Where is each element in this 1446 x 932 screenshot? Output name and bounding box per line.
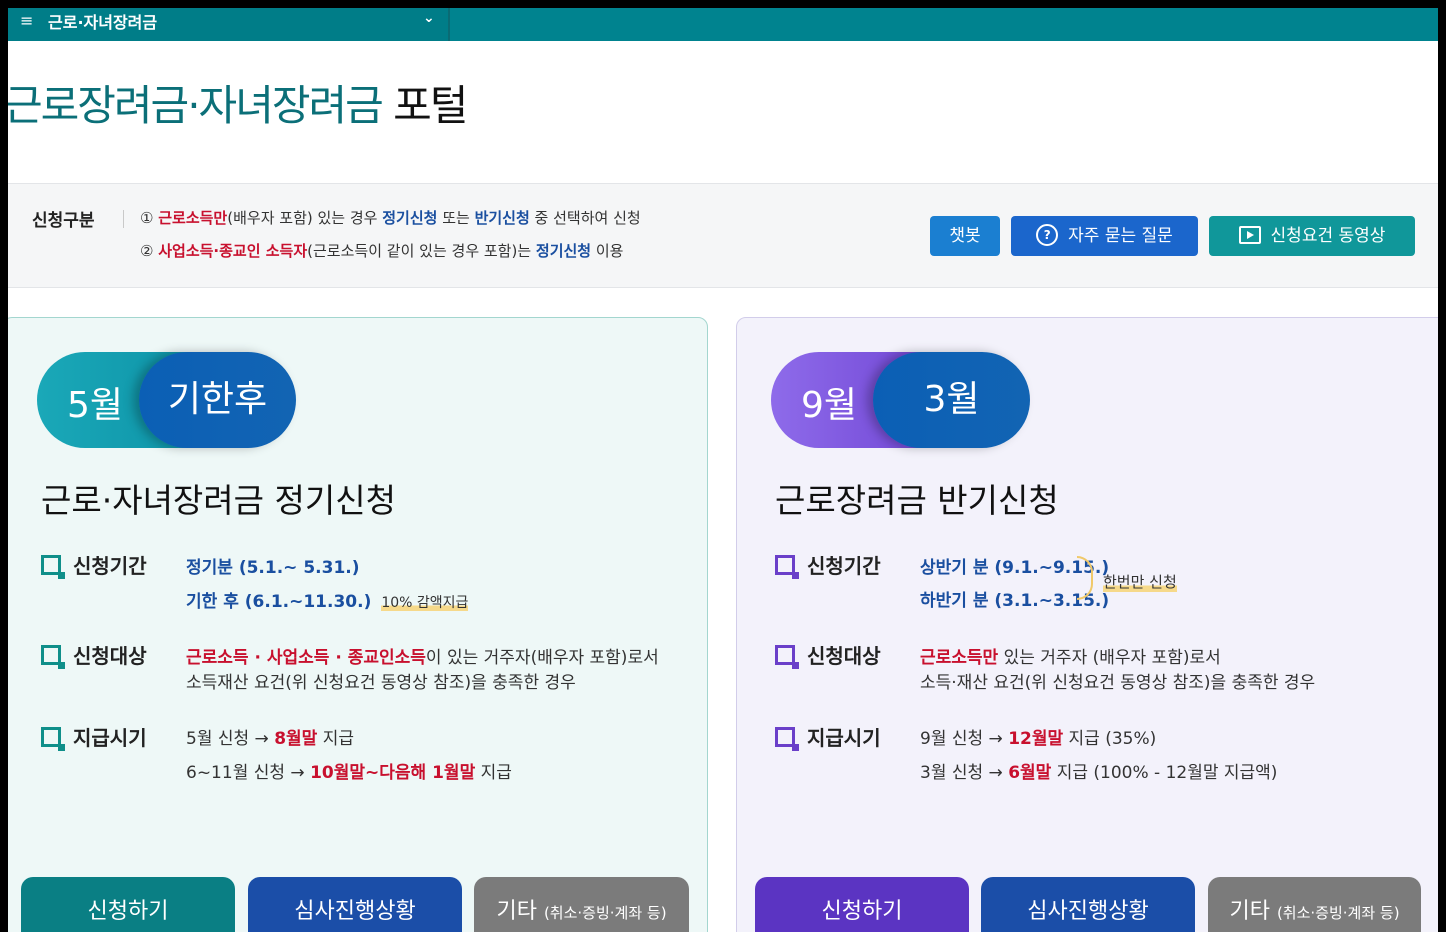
info-label: 신청구분 xyxy=(32,211,95,231)
application-type-info: 신청구분 ① 근로소득만(배우자 포함) 있는 경우 정기신청 또는 반기신청 … xyxy=(8,183,1438,288)
payment-value-1: 5월 신청 → 8월말 지급 xyxy=(186,729,354,749)
reduction-note: 10% 감액지급 xyxy=(381,595,469,611)
info-highlight-blue: 반기신청 xyxy=(474,209,530,227)
page-title-accent: 근로장려금·자녀장려금 xyxy=(8,81,384,130)
faq-button[interactable]: ? 자주 묻는 질문 xyxy=(1011,216,1198,256)
info-line-2: ② 사업소득·종교인 소득자(근로소득이 같이 있는 경우 포함)는 정기신청 … xyxy=(140,240,623,261)
card-title: 근로·자녀장려금 정기신청 xyxy=(41,481,396,520)
target-value-2: 소득재산 요건(위 신청요건 동영상 참조)을 충족한 경우 xyxy=(186,673,576,693)
info-text: 이용 xyxy=(591,242,624,260)
checkbox-square-icon xyxy=(775,555,799,579)
play-icon xyxy=(1238,225,1261,244)
pill-month-b: 기한후 xyxy=(139,352,296,448)
target-heading: 신청대상 xyxy=(41,640,147,669)
payment-value-2: 6~11월 신청 → 10월말~다음해 1월말 지급 xyxy=(186,763,512,783)
checkbox-square-icon xyxy=(41,645,65,669)
chevron-down-icon[interactable]: ⌄ xyxy=(423,10,435,26)
payment-value-1: 9월 신청 → 12월말 지급 (35%) xyxy=(920,729,1157,749)
video-button[interactable]: 신청요건 동영상 xyxy=(1209,216,1415,256)
target-value-1: 근로소득만 있는 거주자 (배우자 포함)로서 xyxy=(920,648,1221,668)
info-highlight-blue: 정기신청 xyxy=(382,209,438,227)
faq-button-label: 자주 묻는 질문 xyxy=(1068,226,1173,246)
month-pill: 5월 기한후 xyxy=(37,352,296,448)
info-text: (근로소득이 같이 있는 경우 포함)는 xyxy=(307,242,536,260)
period-heading: 신청기간 xyxy=(775,550,881,579)
page-title: 근로장려금·자녀장려금 포털 xyxy=(8,72,468,133)
apply-button[interactable]: 신청하기 xyxy=(21,877,235,932)
review-status-button[interactable]: 심사진행상황 xyxy=(248,877,462,932)
checkbox-square-icon xyxy=(41,555,65,579)
info-highlight-blue: 정기신청 xyxy=(535,242,592,260)
info-number: ② xyxy=(140,242,154,260)
other-button[interactable]: 기타 (취소·증빙·계좌 등) xyxy=(1208,877,1421,932)
payment-heading: 지급시기 xyxy=(775,722,881,751)
chatbot-button-label: 챗봇 xyxy=(949,226,981,246)
info-highlight-red: 근로소득만 xyxy=(158,209,228,227)
info-highlight-red: 사업소득·종교인 소득자 xyxy=(158,242,308,260)
card-title: 근로장려금 반기신청 xyxy=(775,481,1059,520)
period-heading: 신청기간 xyxy=(41,550,147,579)
chatbot-button[interactable]: 챗봇 xyxy=(930,216,1000,256)
once-only-note: 한번만 신청 xyxy=(1103,571,1177,592)
apply-button[interactable]: 신청하기 xyxy=(755,877,969,932)
info-text: 중 선택하여 신청 xyxy=(529,209,641,227)
menu-dropdown[interactable]: ≡ 근로·자녀장려금 ⌄ xyxy=(8,8,450,41)
question-circle-icon: ? xyxy=(1036,223,1059,246)
target-heading: 신청대상 xyxy=(775,640,881,669)
target-value-2: 소득·재산 요건(위 신청요건 동영상 참조)을 충족한 경우 xyxy=(920,673,1316,693)
payment-heading: 지급시기 xyxy=(41,722,147,751)
payment-value-2: 3월 신청 → 6월말 지급 (100% - 12월말 지급액) xyxy=(920,763,1278,783)
pill-month-b: 3월 xyxy=(873,352,1030,448)
half-year-application-card: 9월 3월 근로장려금 반기신청 신청기간 상반기 분 (9.1.~9.15.)… xyxy=(736,317,1438,932)
menu-label[interactable]: 근로·자녀장려금 xyxy=(48,9,157,33)
regular-application-card: 5월 기한후 근로·자녀장려금 정기신청 신청기간 정기분 (5.1.~ 5.3… xyxy=(8,317,708,932)
month-pill: 9월 3월 xyxy=(771,352,1030,448)
info-number: ① xyxy=(140,209,154,227)
info-text: 또는 xyxy=(437,209,475,227)
divider xyxy=(123,210,124,228)
video-button-label: 신청요건 동영상 xyxy=(1270,226,1386,246)
target-value-1: 근로소득 · 사업소득 · 종교인소득이 있는 거주자(배우자 포함)로서 xyxy=(186,648,659,668)
other-button[interactable]: 기타 (취소·증빙·계좌 등) xyxy=(474,877,689,932)
info-text: (배우자 포함) 있는 경우 xyxy=(227,209,383,227)
period-value-1: 정기분 (5.1.~ 5.31.) xyxy=(186,558,360,578)
review-status-button[interactable]: 심사진행상황 xyxy=(981,877,1195,932)
top-nav-bar: ≡ 근로·자녀장려금 ⌄ xyxy=(8,8,1438,41)
checkbox-square-icon xyxy=(41,727,65,751)
page-title-rest: 포털 xyxy=(381,81,468,130)
checkbox-square-icon xyxy=(775,645,799,669)
period-value-2: 기한 후 (6.1.~11.30.) 10% 감액지급 xyxy=(186,592,469,612)
checkbox-square-icon xyxy=(775,727,799,751)
page-frame: ≡ 근로·자녀장려금 ⌄ 근로장려금·자녀장려금 포털 신청구분 ① 근로소득만… xyxy=(8,8,1438,932)
hamburger-menu-icon[interactable]: ≡ xyxy=(20,11,33,30)
info-line-1: ① 근로소득만(배우자 포함) 있는 경우 정기신청 또는 반기신청 중 선택하… xyxy=(140,207,641,228)
